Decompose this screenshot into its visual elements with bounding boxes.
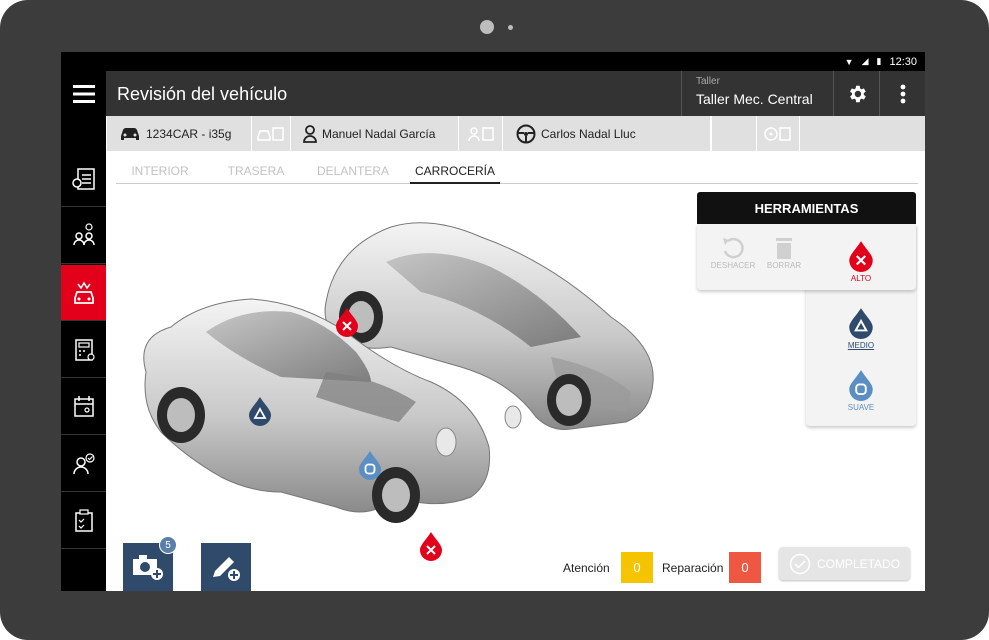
sidebar bbox=[61, 116, 106, 591]
drop-x-icon bbox=[336, 308, 358, 337]
people-icon bbox=[72, 222, 95, 245]
drop-circle-icon bbox=[359, 451, 381, 480]
sidebar-item-budget[interactable] bbox=[61, 322, 106, 378]
driver-name: Carlos Nadal Lluc bbox=[541, 126, 636, 141]
pencil-plus-icon bbox=[213, 557, 240, 581]
damage-pin-high-front[interactable] bbox=[418, 531, 444, 561]
severity-medium-label: MEDIO bbox=[847, 341, 875, 350]
car-icon bbox=[121, 127, 139, 140]
severity-soft-label: SUAVE bbox=[847, 403, 875, 412]
user-check-icon bbox=[72, 452, 95, 474]
app-bar: Revisión del vehículo Taller Taller Mec.… bbox=[61, 71, 925, 116]
delete-label: BORRAR bbox=[766, 261, 802, 270]
wifi-icon: ▼ bbox=[844, 56, 854, 67]
calendar-icon bbox=[73, 395, 94, 417]
photo-count-badge: 5 bbox=[159, 536, 177, 554]
owner-cell[interactable]: Manuel Nadal García bbox=[291, 116, 459, 151]
sidebar-item-checklist[interactable] bbox=[61, 493, 106, 549]
spacer-2 bbox=[711, 116, 712, 151]
vehicle-doc-button[interactable] bbox=[252, 116, 291, 151]
owner-doc-button[interactable] bbox=[459, 116, 503, 151]
trash-icon bbox=[776, 238, 792, 259]
screen: ▼ ◢ ▮ 12:30 Revisión del vehículo Taller… bbox=[61, 52, 925, 591]
repair-count: 0 bbox=[729, 552, 761, 583]
delete-button[interactable]: BORRAR bbox=[764, 235, 804, 270]
vehicle-info-bar: 1234CAR - i35g Manuel Nadal García Carlo… bbox=[106, 116, 925, 151]
plate-cell[interactable]: 1234CAR - i35g bbox=[106, 116, 252, 151]
signal-icon: ◢ bbox=[861, 56, 869, 66]
undo-button[interactable]: DESHACER bbox=[709, 235, 757, 270]
sidebar-item-user-approved[interactable] bbox=[61, 436, 106, 492]
spacer bbox=[106, 116, 107, 151]
check-circle-icon bbox=[789, 553, 811, 574]
person-doc-icon bbox=[467, 126, 494, 141]
menu-button[interactable] bbox=[61, 71, 106, 116]
owner-name: Manuel Nadal García bbox=[322, 126, 436, 141]
severity-soft[interactable]: SUAVE bbox=[806, 369, 916, 412]
car-illustration bbox=[143, 222, 654, 523]
settings-button[interactable] bbox=[833, 71, 879, 116]
gear-icon bbox=[849, 85, 866, 102]
tab-trasera[interactable]: TRASERA bbox=[216, 161, 296, 184]
severity-medium[interactable]: MEDIO bbox=[806, 307, 916, 350]
person-icon bbox=[303, 124, 317, 143]
car-doc-icon bbox=[257, 126, 284, 141]
view-tabs: INTERIOR TRASERA DELANTERA CARROCERÍA bbox=[116, 161, 918, 184]
calculator-icon bbox=[74, 338, 95, 361]
drop-circle-icon bbox=[849, 370, 873, 401]
severity-high[interactable]: ALTO bbox=[806, 240, 916, 283]
front-camera bbox=[480, 20, 494, 34]
workshop-selector[interactable]: Taller Taller Mec. Central bbox=[681, 71, 833, 116]
clipboard-check-icon bbox=[74, 508, 93, 532]
undo-label: DESHACER bbox=[710, 261, 756, 270]
tab-delantera[interactable]: DELANTERA bbox=[306, 161, 400, 184]
car-inspection-icon bbox=[73, 281, 94, 304]
drop-x-icon bbox=[420, 532, 442, 561]
drop-triangle-icon bbox=[249, 397, 271, 426]
sidebar-item-clients[interactable] bbox=[61, 208, 106, 264]
battery-icon: ▮ bbox=[876, 56, 882, 66]
tab-interior[interactable]: INTERIOR bbox=[116, 161, 204, 184]
driver-cell[interactable]: Carlos Nadal Lluc bbox=[503, 116, 711, 151]
damage-pin-high-rear[interactable] bbox=[334, 307, 360, 337]
complete-label: COMPLETADO bbox=[816, 556, 901, 571]
car-body-diagram[interactable] bbox=[131, 207, 671, 561]
tools-title: HERRAMIENTAS bbox=[697, 192, 916, 224]
sidebar-item-calendar[interactable] bbox=[61, 379, 106, 435]
drop-x-icon bbox=[849, 241, 873, 272]
tablet-frame: ▼ ◢ ▮ 12:30 Revisión del vehículo Taller… bbox=[0, 0, 989, 640]
status-bar: ▼ ◢ ▮ 12:30 bbox=[61, 52, 925, 71]
driver-doc-button[interactable] bbox=[756, 116, 800, 151]
status-time: 12:30 bbox=[889, 55, 917, 68]
attention-count: 0 bbox=[621, 552, 653, 583]
document-search-icon bbox=[71, 167, 95, 190]
tab-carroceria[interactable]: CARROCERÍA bbox=[410, 161, 500, 184]
drop-triangle-icon bbox=[849, 308, 873, 339]
more-options-button[interactable] bbox=[879, 71, 925, 116]
add-note-button[interactable] bbox=[201, 543, 251, 591]
camera-plus-icon bbox=[133, 555, 163, 580]
page-title: Revisión del vehículo bbox=[117, 84, 288, 104]
undo-icon bbox=[723, 237, 744, 259]
workshop-label: Taller bbox=[696, 76, 720, 87]
attention-label: Atención bbox=[563, 561, 610, 575]
menu-icon bbox=[72, 84, 95, 103]
steering-doc-icon bbox=[764, 126, 791, 141]
sidebar-item-document[interactable] bbox=[61, 151, 106, 207]
steering-wheel-icon bbox=[516, 124, 536, 143]
workshop-value: Taller Mec. Central bbox=[696, 91, 813, 107]
sensor-dot bbox=[508, 25, 513, 30]
plate-value: 1234CAR - i35g bbox=[146, 126, 232, 141]
repair-label: Reparación bbox=[662, 561, 724, 575]
severity-high-label: ALTO bbox=[850, 274, 872, 283]
complete-button[interactable]: COMPLETADO bbox=[779, 547, 910, 580]
more-vert-icon bbox=[900, 84, 905, 103]
sidebar-item-vehicle-review[interactable] bbox=[61, 265, 106, 321]
damage-pin-medium[interactable] bbox=[247, 396, 273, 426]
damage-pin-soft[interactable] bbox=[357, 450, 383, 480]
